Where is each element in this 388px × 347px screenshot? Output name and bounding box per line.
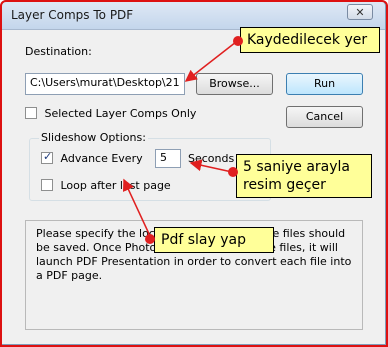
callout-seconds: 5 saniye arayla resim geçer [236,154,372,198]
loop-label: Loop after last page [60,179,171,192]
advance-every-checkbox[interactable] [41,150,53,164]
browse-button[interactable]: Browse... [196,73,273,95]
callout-pdf-slideshow: Pdf slay yap [154,227,274,253]
destination-path-input[interactable]: C:\Users\murat\Desktop\21 [25,73,185,95]
close-button[interactable]: ✕ [347,4,373,20]
callout-dot-2 [228,167,238,177]
advance-every-row[interactable]: Advance Every [41,150,143,165]
selected-comps-label: Selected Layer Comps Only [44,107,197,120]
loop-row[interactable]: Loop after last page [41,179,171,192]
window-title: Layer Comps To PDF [11,8,134,22]
selected-comps-row[interactable]: Selected Layer Comps Only [25,107,196,120]
seconds-input[interactable]: 5 [155,149,181,168]
seconds-label: Seconds [188,152,235,165]
loop-checkbox[interactable] [41,179,53,191]
title-bar[interactable]: Layer Comps To PDF ✕ [1,1,385,30]
selected-comps-checkbox[interactable] [25,107,37,119]
destination-label: Destination: [25,45,92,58]
callout-dot-1 [233,36,243,46]
callout-destination: Kaydedilecek yer [240,27,380,53]
run-button[interactable]: Run [286,73,363,95]
callout-dot-3 [145,234,155,244]
cancel-button[interactable]: Cancel [286,106,363,128]
advance-every-label: Advance Every [60,152,143,165]
close-icon: ✕ [355,6,365,19]
slideshow-options-label: Slideshow Options: [39,131,148,144]
